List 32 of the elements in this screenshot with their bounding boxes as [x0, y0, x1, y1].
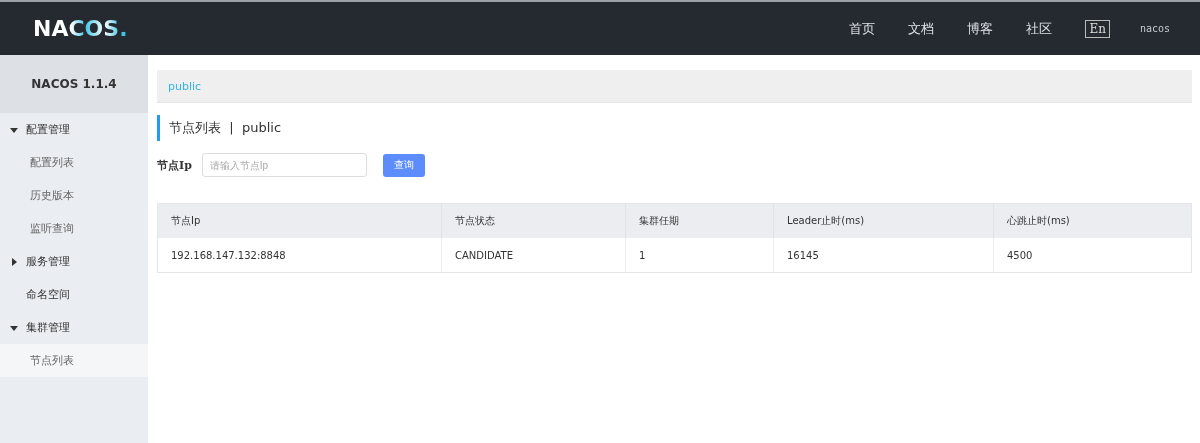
- table-cell: 192.168.147.132:8848: [158, 238, 442, 272]
- field-label: 节点Ip: [157, 157, 192, 173]
- table-cell-text: 4500: [1006, 248, 1034, 263]
- ip-input-field[interactable]: 请输入节点Ip: [201, 153, 367, 177]
- menu-label: 服务管理: [26, 254, 70, 269]
- page-title: 节点列表 | public: [157, 115, 1192, 141]
- menu-label: 命名空间: [26, 287, 70, 302]
- language-button[interactable]: En: [1085, 19, 1110, 38]
- column-header: 节点状态: [442, 204, 626, 238]
- user-name[interactable]: nacos: [1139, 23, 1170, 34]
- nav-link[interactable]: 博客: [967, 19, 994, 38]
- nav-link[interactable]: 文档: [908, 19, 935, 38]
- menu-item[interactable]: 集群管理: [0, 311, 148, 344]
- menu-label: 集群管理: [26, 320, 70, 335]
- column-header: 集群任期: [626, 204, 774, 238]
- table-cell: 16145: [774, 238, 994, 272]
- nav-link[interactable]: 首页: [849, 19, 876, 38]
- menu-item[interactable]: 命名空间: [0, 278, 148, 311]
- nav-link[interactable]: 社区: [1026, 19, 1053, 38]
- submenu-item[interactable]: 配置列表: [0, 146, 148, 179]
- table-cell: CANDIDATE: [442, 238, 626, 272]
- menu-item[interactable]: 配置管理: [0, 113, 148, 146]
- menu-label: 配置管理: [26, 122, 70, 137]
- submenu-item[interactable]: 节点列表: [0, 344, 148, 377]
- submenu-item[interactable]: 历史版本: [0, 179, 148, 212]
- column-header: 心跳止时(ms): [994, 204, 1191, 238]
- column-header: 节点Ip: [158, 204, 442, 238]
- table-cell: 1: [626, 238, 774, 272]
- menu-item[interactable]: 服务管理: [0, 245, 148, 278]
- submenu-item[interactable]: 监听查询: [0, 212, 148, 245]
- sidebar-title: NACOS 1.1.4: [0, 55, 148, 113]
- column-header: Leader止时(ms): [774, 204, 994, 238]
